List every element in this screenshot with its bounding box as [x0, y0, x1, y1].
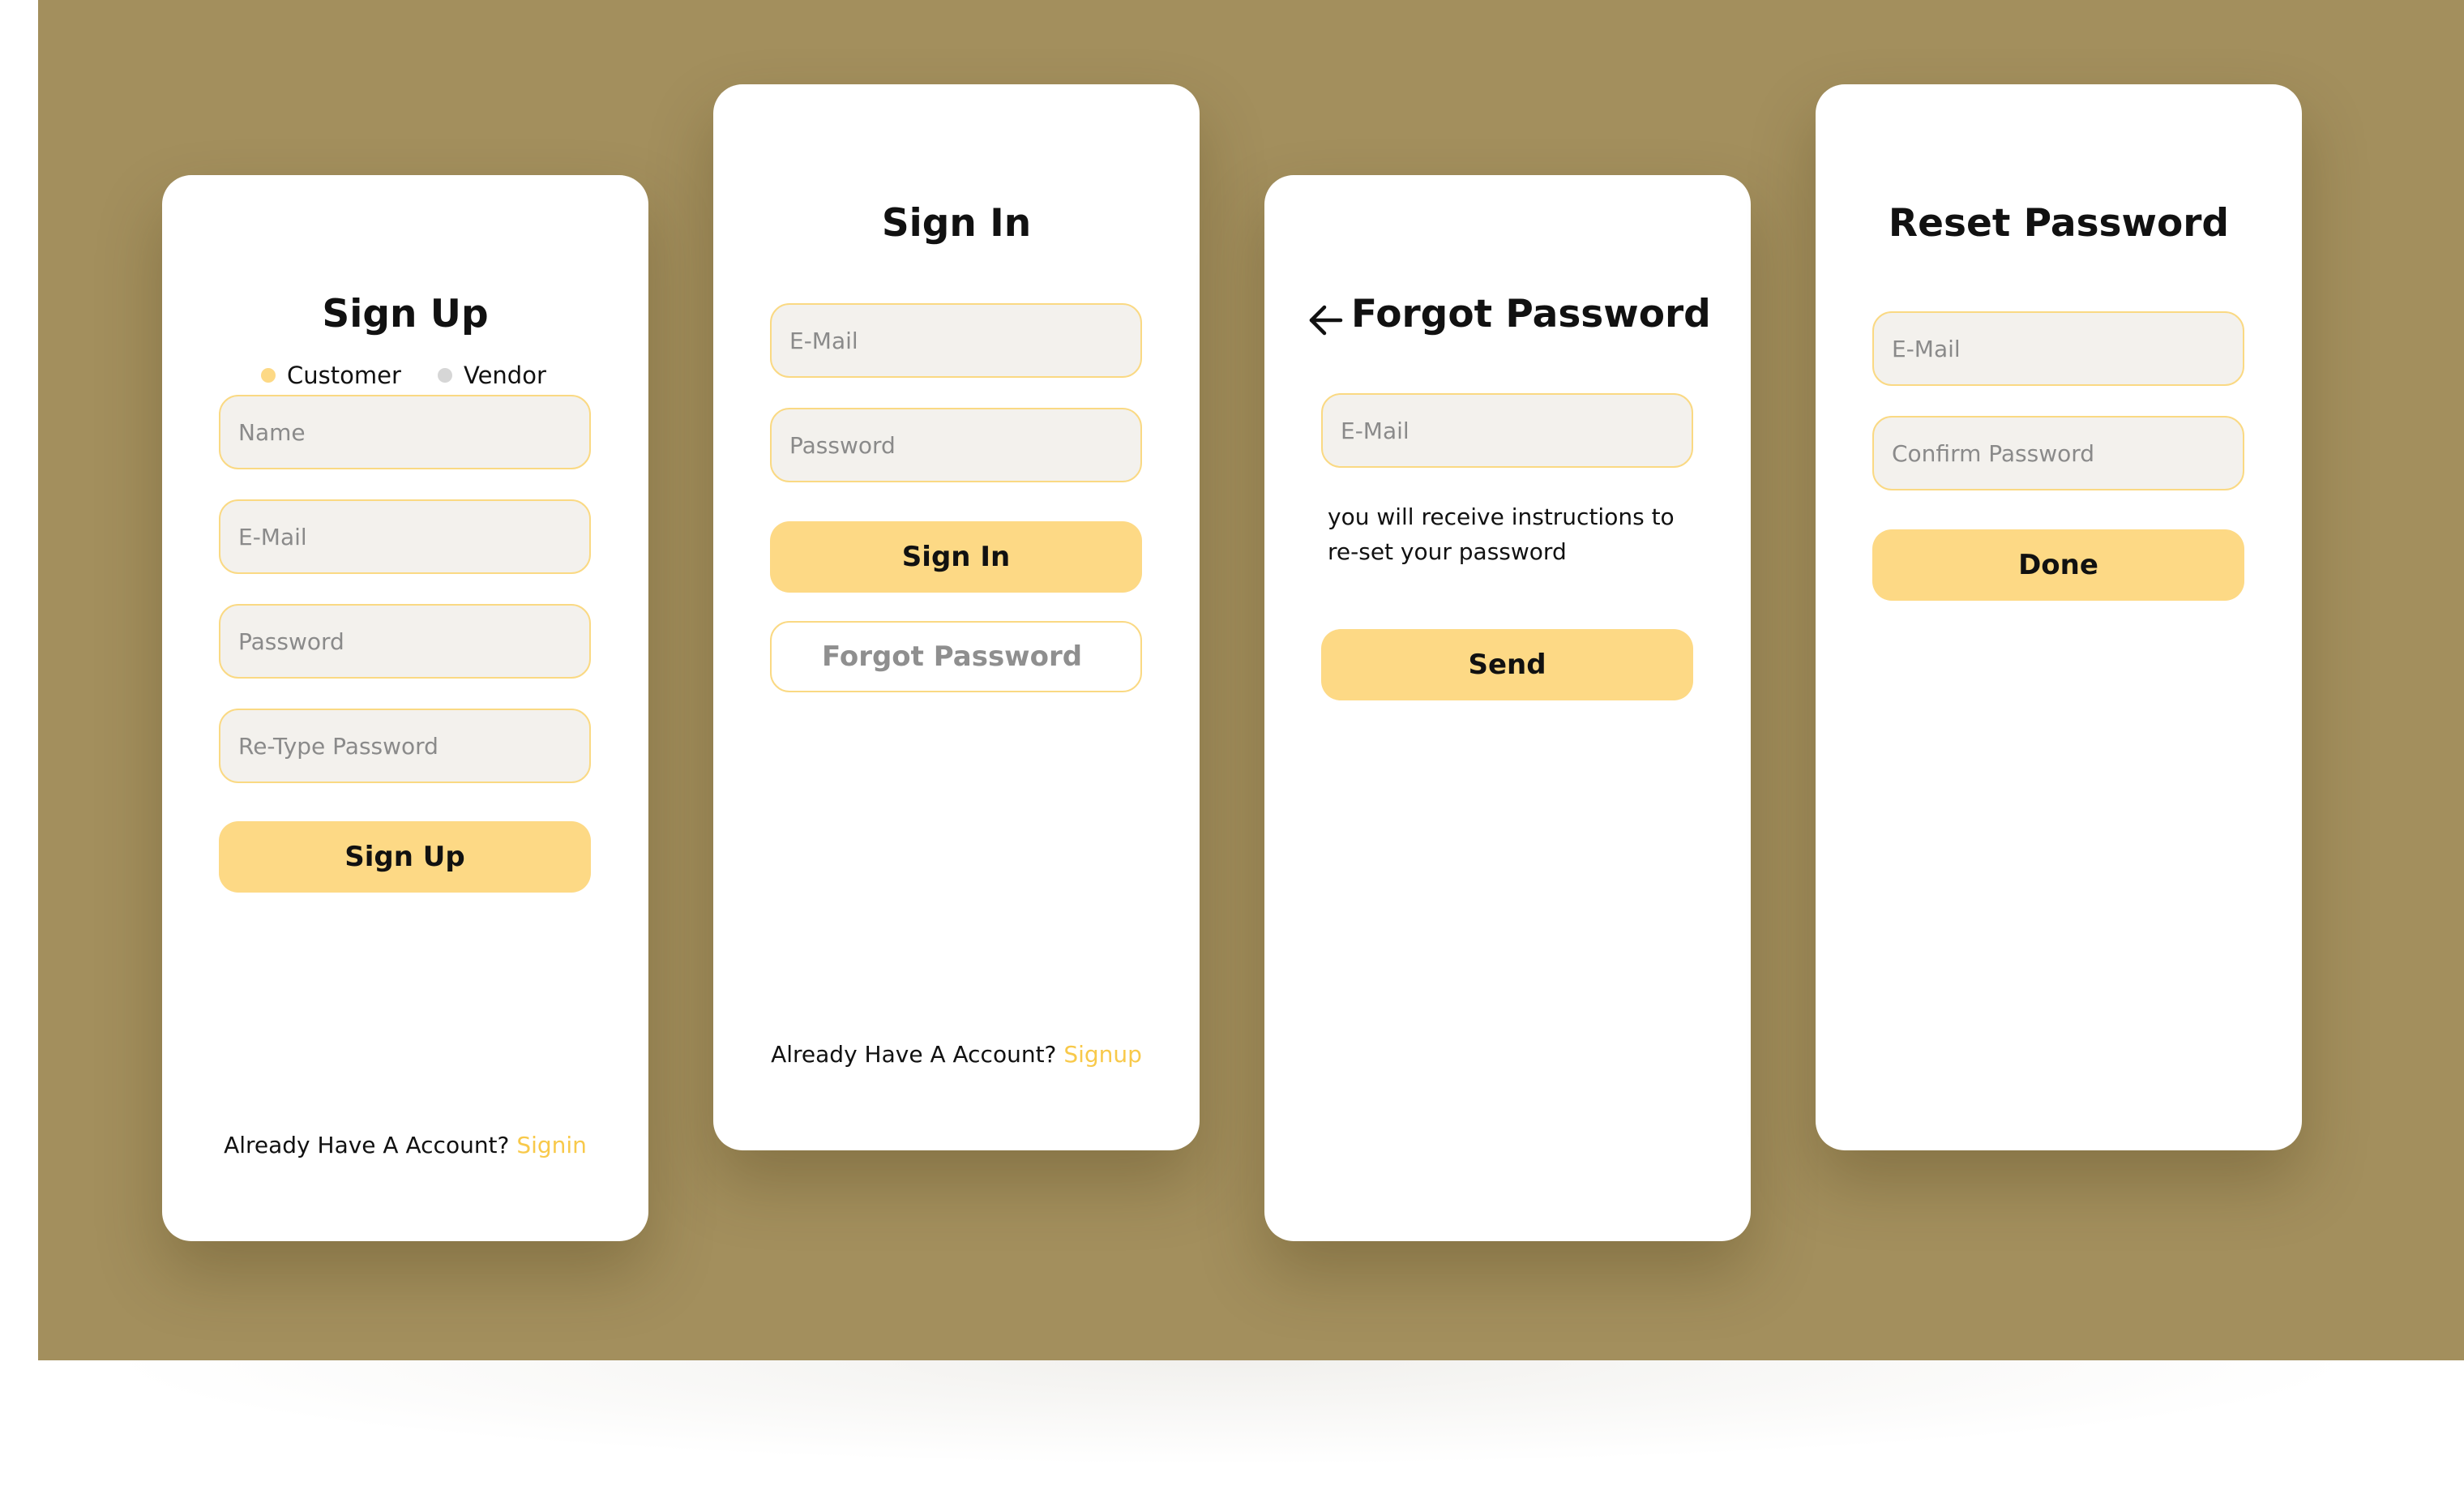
radio-vendor[interactable]: Vendor	[438, 362, 546, 389]
radio-unselected-dot	[438, 368, 452, 383]
reset-password-card: Reset Password Done	[1816, 84, 2302, 1150]
password-input[interactable]	[770, 408, 1142, 482]
signin-card: Sign In Sign In Forgot Password Already …	[713, 84, 1200, 1150]
signup-button[interactable]: Sign Up	[219, 821, 591, 893]
email-input[interactable]	[1321, 393, 1693, 468]
forgot-password-button[interactable]: Forgot Password	[770, 621, 1142, 692]
signin-footer: Already Have A Account? Signup	[713, 1041, 1200, 1068]
email-input[interactable]	[770, 303, 1142, 378]
send-button[interactable]: Send	[1321, 629, 1693, 700]
signin-title: Sign In	[881, 201, 1032, 246]
confirm-password-input[interactable]	[1872, 416, 2244, 490]
signup-card: Sign Up Customer Vendor Sign Up Already …	[162, 175, 648, 1241]
signin-button[interactable]: Sign In	[770, 521, 1142, 593]
radio-customer-label: Customer	[287, 362, 401, 389]
radio-selected-dot	[261, 368, 276, 383]
retype-password-input[interactable]	[219, 709, 591, 783]
signup-title: Sign Up	[322, 292, 489, 336]
done-button[interactable]: Done	[1872, 529, 2244, 601]
signup-link[interactable]: Signup	[1063, 1041, 1142, 1068]
email-input[interactable]	[1872, 311, 2244, 386]
name-input[interactable]	[219, 395, 591, 469]
email-input[interactable]	[219, 499, 591, 574]
arrow-left-icon[interactable]	[1307, 302, 1344, 339]
signin-footer-text: Already Have A Account?	[771, 1041, 1064, 1068]
background-shadow	[97, 1360, 2367, 1466]
password-input[interactable]	[219, 604, 591, 679]
account-type-radio-group: Customer Vendor	[162, 362, 648, 394]
forgot-password-card: Forgot Password you will receive instruc…	[1264, 175, 1751, 1241]
signup-footer-text: Already Have A Account?	[224, 1132, 517, 1158]
radio-customer[interactable]: Customer	[261, 362, 401, 389]
instructions-text: you will receive instructions to re-set …	[1328, 503, 1675, 565]
signup-footer: Already Have A Account? Signin	[162, 1132, 648, 1158]
signin-link[interactable]: Signin	[516, 1132, 587, 1158]
reset-password-title: Reset Password	[1888, 201, 2230, 246]
forgot-password-title: Forgot Password	[1351, 292, 1711, 336]
radio-vendor-label: Vendor	[464, 362, 546, 389]
